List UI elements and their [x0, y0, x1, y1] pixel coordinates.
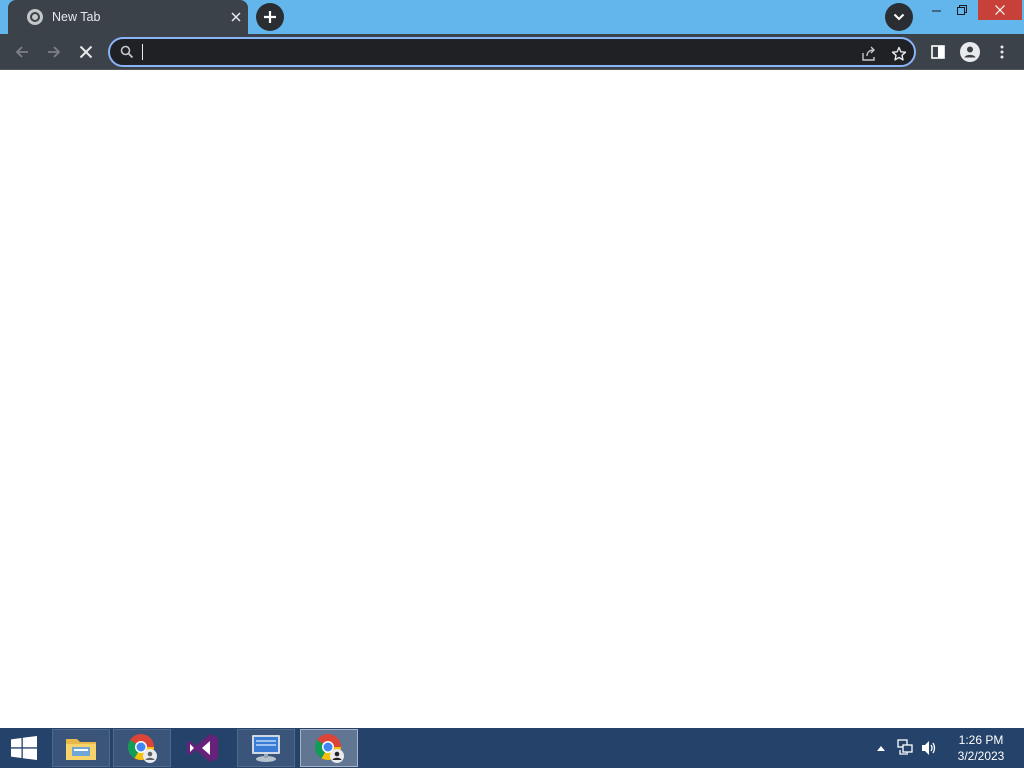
arrow-right-icon [48, 46, 61, 58]
side-panel-button[interactable] [924, 38, 952, 66]
folder-icon [66, 739, 96, 760]
page-content [0, 71, 1024, 728]
kebab-menu-icon [1000, 45, 1004, 59]
windows-logo-icon [11, 736, 37, 760]
title-bar: New Tab [0, 0, 1024, 34]
forward-button[interactable] [40, 38, 68, 66]
tab-new-tab[interactable]: New Tab [8, 0, 248, 34]
tab-search-button[interactable] [885, 3, 913, 31]
chrome-icon [127, 734, 157, 763]
window-close-button[interactable] [978, 0, 1022, 20]
taskbar-app-remote-desktop[interactable] [237, 729, 295, 767]
side-panel-icon [931, 45, 945, 59]
clock-date: 3/2/2023 [957, 749, 1005, 763]
chrome-icon [314, 734, 344, 763]
restore-icon [956, 5, 967, 15]
restore-button[interactable] [945, 0, 978, 20]
minimize-icon [931, 10, 941, 12]
close-icon [995, 5, 1005, 15]
taskbar-app-visual-studio[interactable] [174, 729, 232, 767]
bookmark-button[interactable] [888, 43, 910, 65]
show-hidden-icons-button[interactable] [873, 740, 889, 756]
person-icon [960, 42, 980, 62]
share-icon [862, 46, 875, 61]
remote-desktop-icon [252, 735, 280, 762]
share-button[interactable] [858, 43, 880, 65]
visual-studio-icon [187, 734, 218, 762]
browser-toolbar [0, 34, 1024, 70]
text-cursor [142, 44, 143, 60]
star-icon [891, 46, 907, 61]
plus-icon [264, 11, 276, 23]
speaker-icon [922, 741, 936, 755]
network-icon [897, 739, 913, 755]
stop-loading-button[interactable] [72, 38, 100, 66]
tab-title: New Tab [52, 10, 101, 24]
address-bar[interactable] [108, 37, 916, 67]
tab-close-button[interactable] [225, 6, 247, 28]
browser-menu-button[interactable] [988, 38, 1016, 66]
taskbar: 1:26 PM 3/2/2023 [0, 728, 1024, 768]
search-icon [120, 45, 136, 61]
network-button[interactable] [896, 739, 916, 757]
taskbar-app-file-explorer[interactable] [52, 729, 110, 767]
close-icon [79, 45, 93, 59]
start-button[interactable] [0, 728, 48, 768]
close-icon [231, 12, 241, 22]
new-tab-button[interactable] [256, 3, 284, 31]
address-input[interactable] [144, 42, 844, 62]
volume-button[interactable] [920, 739, 940, 757]
profile-button[interactable] [956, 38, 984, 66]
arrow-left-icon [15, 46, 28, 58]
clock-time: 1:26 PM [958, 733, 1004, 747]
chrome-newtab-icon [27, 9, 43, 25]
taskbar-app-chrome-active[interactable] [300, 729, 358, 767]
system-clock[interactable]: 1:26 PM 3/2/2023 [948, 732, 1014, 764]
taskbar-app-chrome[interactable] [113, 729, 171, 767]
chevron-up-icon [877, 746, 885, 751]
back-button[interactable] [8, 38, 36, 66]
chevron-down-icon [893, 13, 905, 21]
